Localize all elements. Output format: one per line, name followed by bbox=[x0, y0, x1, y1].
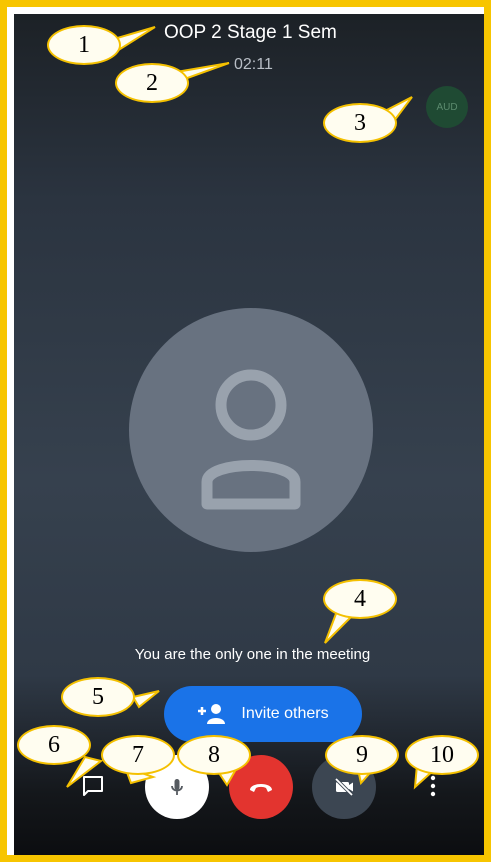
callout-10: 10 bbox=[405, 735, 479, 775]
annotation-frame: OOP 2 Stage 1 Sem 02:11 AUD You are the … bbox=[0, 0, 491, 862]
callout-9: 9 bbox=[325, 735, 399, 775]
callout-4: 4 bbox=[323, 579, 397, 619]
callout-2: 2 bbox=[115, 63, 189, 103]
callout-tails bbox=[66, 26, 438, 790]
callout-3: 3 bbox=[323, 103, 397, 143]
callout-1: 1 bbox=[47, 25, 121, 65]
callout-5: 5 bbox=[61, 677, 135, 717]
callout-8: 8 bbox=[177, 735, 251, 775]
callout-6: 6 bbox=[17, 725, 91, 765]
callout-7: 7 bbox=[101, 735, 175, 775]
